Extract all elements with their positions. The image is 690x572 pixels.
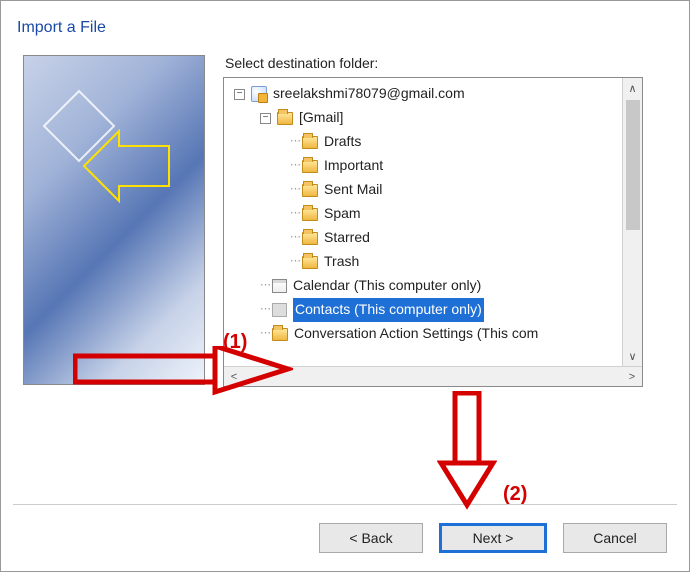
folder-tree[interactable]: − sreelakshmi78079@gmail.com − [Gmail] ⋯… [223, 77, 643, 387]
collapse-icon[interactable]: − [234, 89, 245, 100]
tree-connector: ⋯ [290, 181, 300, 198]
tree-label: Conversation Action Settings (This com [294, 323, 538, 345]
tree-label: Important [324, 155, 383, 177]
divider [13, 504, 677, 505]
contacts-icon [272, 303, 287, 317]
folder-icon [277, 112, 293, 125]
tree-label: Sent Mail [324, 179, 382, 201]
tree-node-folder[interactable]: ⋯ Sent Mail [228, 178, 622, 202]
tree-node-gmail[interactable]: − [Gmail] [228, 106, 622, 130]
tree-node-folder[interactable]: ⋯ Important [228, 154, 622, 178]
tree-node-contacts[interactable]: ⋯ Contacts (This computer only) [228, 298, 622, 322]
tree-label: Spam [324, 203, 361, 225]
scroll-thumb[interactable] [626, 100, 640, 230]
tree-label: Drafts [324, 131, 361, 153]
folder-icon [302, 136, 318, 149]
tree-node-folder[interactable]: ⋯ Conversation Action Settings (This com [228, 322, 622, 346]
next-button[interactable]: Next > [439, 523, 547, 553]
back-button[interactable]: < Back [319, 523, 423, 553]
calendar-icon [272, 279, 287, 293]
tree-connector: ⋯ [290, 205, 300, 222]
cancel-button[interactable]: Cancel [563, 523, 667, 553]
folder-icon [302, 184, 318, 197]
destination-label: Select destination folder: [225, 55, 681, 71]
tree-label: Calendar (This computer only) [293, 275, 481, 297]
tree-connector: ⋯ [290, 253, 300, 270]
scroll-up-icon[interactable]: ∧ [623, 78, 642, 98]
dialog-title: Import a File [1, 1, 689, 45]
horizontal-scrollbar[interactable]: < > [224, 366, 642, 386]
tree-connector: ⋯ [290, 157, 300, 174]
scroll-left-icon[interactable]: < [224, 367, 244, 386]
tree-node-folder[interactable]: ⋯ Starred [228, 226, 622, 250]
folder-icon [302, 208, 318, 221]
wizard-sidebar-image [23, 55, 205, 385]
tree-label-selected: Contacts (This computer only) [293, 298, 484, 322]
folder-icon [302, 256, 318, 269]
collapse-icon[interactable]: − [260, 113, 271, 124]
folder-icon [272, 328, 288, 341]
tree-node-account[interactable]: − sreelakshmi78079@gmail.com [228, 82, 622, 106]
vertical-scrollbar[interactable]: ∧ ∨ [622, 78, 642, 366]
tree-connector: ⋯ [290, 229, 300, 246]
tree-node-folder[interactable]: ⋯ Spam [228, 202, 622, 226]
tree-label: [Gmail] [299, 107, 343, 129]
tree-label: Trash [324, 251, 359, 273]
folder-icon [302, 160, 318, 173]
tree-connector: ⋯ [260, 301, 270, 318]
tree-connector: ⋯ [290, 133, 300, 150]
tree-node-folder[interactable]: ⋯ Drafts [228, 130, 622, 154]
tree-node-folder[interactable]: ⋯ Trash [228, 250, 622, 274]
scroll-down-icon[interactable]: ∨ [623, 346, 642, 366]
folder-icon [302, 232, 318, 245]
annotation-arrow-2 [437, 391, 497, 511]
tree-node-calendar[interactable]: ⋯ Calendar (This computer only) [228, 274, 622, 298]
scroll-right-icon[interactable]: > [622, 367, 642, 386]
tree-connector: ⋯ [260, 277, 270, 294]
tree-connector: ⋯ [260, 325, 270, 342]
tree-label: sreelakshmi78079@gmail.com [273, 83, 465, 105]
outlook-account-icon [251, 86, 267, 102]
scroll-track[interactable] [244, 367, 622, 386]
tree-label: Starred [324, 227, 370, 249]
annotation-2: (2) [503, 483, 527, 506]
